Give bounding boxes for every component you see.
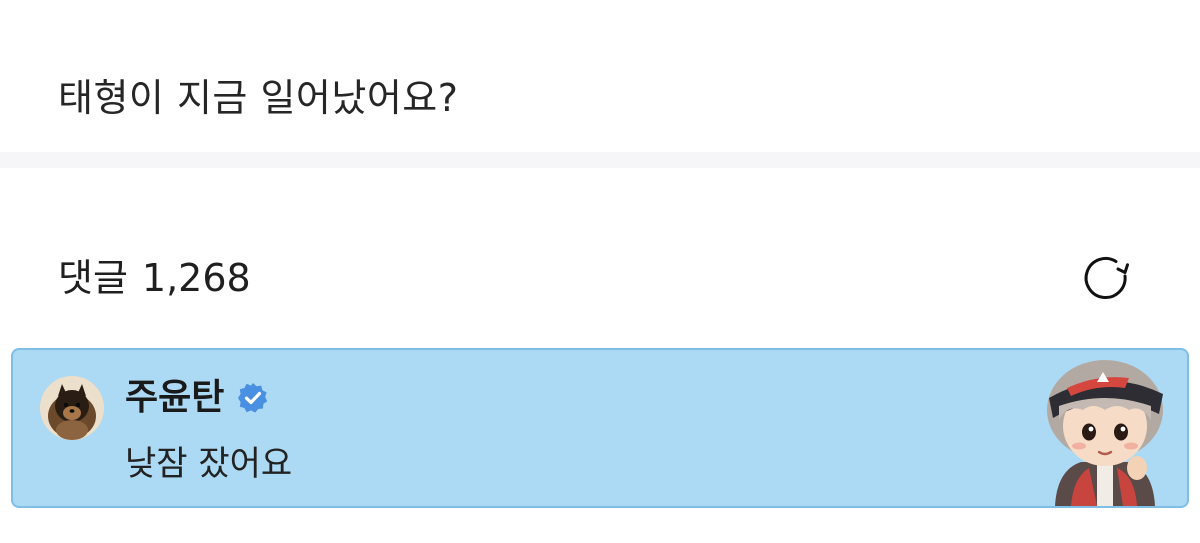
verified-badge-icon bbox=[236, 381, 270, 415]
post-body: 태형이 지금 일어났어요? bbox=[0, 0, 1200, 152]
avatar[interactable] bbox=[40, 376, 104, 440]
comment-item-highlighted[interactable]: 주윤탄 낮잠 잤어요 bbox=[11, 348, 1189, 508]
avatar-dog-image bbox=[40, 376, 104, 440]
comments-label: 댓글 bbox=[58, 256, 128, 300]
comment-author[interactable]: 주윤탄 bbox=[125, 374, 224, 422]
comments-count: 1,268 bbox=[141, 256, 251, 300]
refresh-icon bbox=[1084, 257, 1129, 299]
comments-header: 댓글 1,268 bbox=[0, 168, 1200, 348]
page: 태형이 지금 일어났어요? 댓글 1,268 주윤탄 낮잠 잤어요 bbox=[0, 0, 1200, 543]
character-sticker bbox=[1037, 358, 1173, 506]
refresh-button[interactable] bbox=[1078, 250, 1134, 306]
comments-title: 댓글 1,268 bbox=[58, 254, 251, 302]
post-text: 태형이 지금 일어났어요? bbox=[58, 76, 459, 120]
section-divider bbox=[0, 152, 1200, 168]
comment-text: 낮잠 잤어요 bbox=[125, 444, 293, 484]
comment-name-row: 주윤탄 bbox=[125, 374, 270, 422]
